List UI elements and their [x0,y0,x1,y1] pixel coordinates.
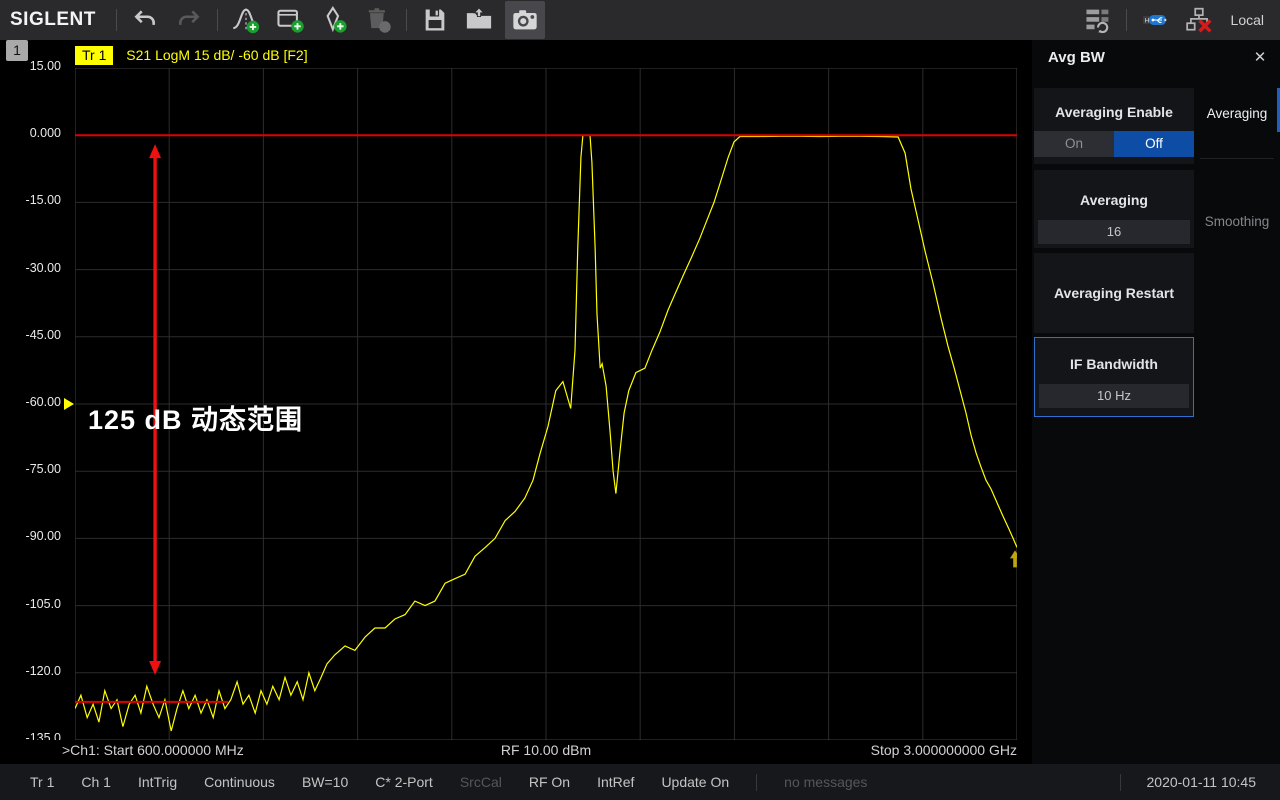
status-item-ch-1[interactable]: Ch 1 [81,774,111,790]
datetime-label: 2020-01-11 10:45 [1146,774,1257,790]
if-bandwidth-value[interactable]: 10 Hz [1039,384,1189,408]
window-number-badge: 1 [6,40,28,61]
stop-frequency-label[interactable]: Stop 3.000000000 GHz [871,742,1017,758]
usb-status-button[interactable]: H [1137,2,1173,38]
add-marker-icon [319,5,349,35]
siglent-logo: SIGLENT [10,9,96,30]
y-tick-label: -120.0 [25,663,61,678]
undo-button[interactable] [127,2,163,38]
reference-level-marker-icon [64,398,74,410]
status-items: Tr 1 Ch 1 IntTrig Continuous BW=10 C* 2-Port S… [30,773,894,791]
averaging-restart-label: Averaging Restart [1053,285,1175,301]
y-tick-label: -60.00 [25,395,61,409]
y-tick-label: -45.00 [25,327,61,342]
y-tick-label: -90.00 [25,529,61,544]
tab-smoothing[interactable]: Smoothing [1194,214,1280,229]
y-tick-label: -15.00 [25,193,61,208]
separator [1200,158,1274,159]
usb-device-icon: H [1140,5,1170,35]
status-bar: Tr 1 Ch 1 IntTrig Continuous BW=10 C* 2-Port S… [0,764,1280,800]
averaging-enable-toggle: On Off [1034,131,1194,157]
save-icon [421,6,449,34]
status-item-srccal: SrcCal [459,774,502,790]
window-layout-button[interactable] [1080,2,1116,38]
y-tick-label: 15.00 [29,59,61,73]
status-item-update-on[interactable]: Update On [661,774,729,790]
averaging-restart-button[interactable]: Averaging Restart [1034,253,1194,333]
undo-icon [132,7,158,33]
separator [1119,773,1121,791]
separator [216,9,218,31]
lan-status-button[interactable] [1181,2,1217,38]
averaging-count-card[interactable]: Averaging 16 [1034,170,1194,248]
panel-title: Avg BW [1048,49,1105,66]
y-tick-label: -30.00 [25,260,61,275]
channel-info-bar: >Ch1: Start 600.000000 MHz RF 10.00 dBm … [0,740,1022,762]
local-mode-label: Local [1230,12,1264,28]
measurement-screen: Tr 1 S21 LogM 15 dB/ -60 dB [F2] 15.00 0.… [0,40,1032,764]
panel-tab-strip: Averaging Smoothing [1194,40,1280,764]
lan-disconnected-icon [1185,6,1213,34]
status-item-inttrig[interactable]: IntTrig [138,774,177,790]
avg-bw-panel: Avg BW ✕ Averaging Enable On Off Averagi… [1032,40,1280,764]
averaging-enable-label: Averaging Enable [1055,104,1173,120]
save-button[interactable] [417,2,453,38]
trace-header: Tr 1 S21 LogM 15 dB/ -60 dB [F2] [75,46,308,66]
trace-1-settings-label: S21 LogM 15 dB/ -60 dB [F2] [126,47,308,63]
separator [115,9,117,31]
averaging-off-button[interactable]: Off [1114,131,1194,157]
averaging-count-value[interactable]: 16 [1038,220,1190,244]
redo-icon [176,7,202,33]
status-item-intref[interactable]: IntRef [597,774,634,790]
camera-icon [511,6,539,34]
status-item-rf-on[interactable]: RF On [529,774,570,790]
status-item-tr-1[interactable]: Tr 1 [30,774,54,790]
status-item-continuous[interactable]: Continuous [204,774,275,790]
if-bandwidth-card[interactable]: IF Bandwidth 10 Hz [1034,337,1194,417]
status-item-c-2-port[interactable]: C* 2-Port [375,774,433,790]
averaging-on-button[interactable]: On [1034,131,1114,157]
add-window-icon [275,5,305,35]
if-bandwidth-label: IF Bandwidth [1070,356,1158,372]
y-tick-label: -105.0 [25,596,61,611]
trace-1-chip[interactable]: Tr 1 [75,46,114,65]
window-layout-icon [1083,5,1113,35]
redo-button[interactable] [171,2,207,38]
separator [1125,9,1127,31]
add-trace-icon [231,5,261,35]
averaging-count-label: Averaging [1080,192,1148,208]
y-tick-label: -75.00 [25,462,61,477]
screenshot-button[interactable] [504,1,545,39]
status-item-no-messages: no messages [784,774,868,790]
status-item-bw-10[interactable]: BW=10 [302,774,348,790]
y-tick-label: 0.000 [29,126,61,141]
delete-button[interactable] [360,2,396,38]
open-folder-icon [464,5,494,35]
trash-icon [363,5,393,35]
separator [756,773,758,791]
tab-averaging[interactable]: Averaging [1194,106,1280,121]
separator [405,9,407,31]
open-button[interactable] [461,2,497,38]
add-trace-button[interactable] [228,2,264,38]
dynamic-range-annotation: 125 dB 动态范围 [88,405,304,435]
add-window-button[interactable] [272,2,308,38]
svg-text:H: H [1144,18,1149,25]
averaging-enable-card: Averaging Enable On Off [1034,88,1194,164]
top-toolbar: SIGLENT H Local [0,0,1280,40]
add-marker-button[interactable] [316,2,352,38]
